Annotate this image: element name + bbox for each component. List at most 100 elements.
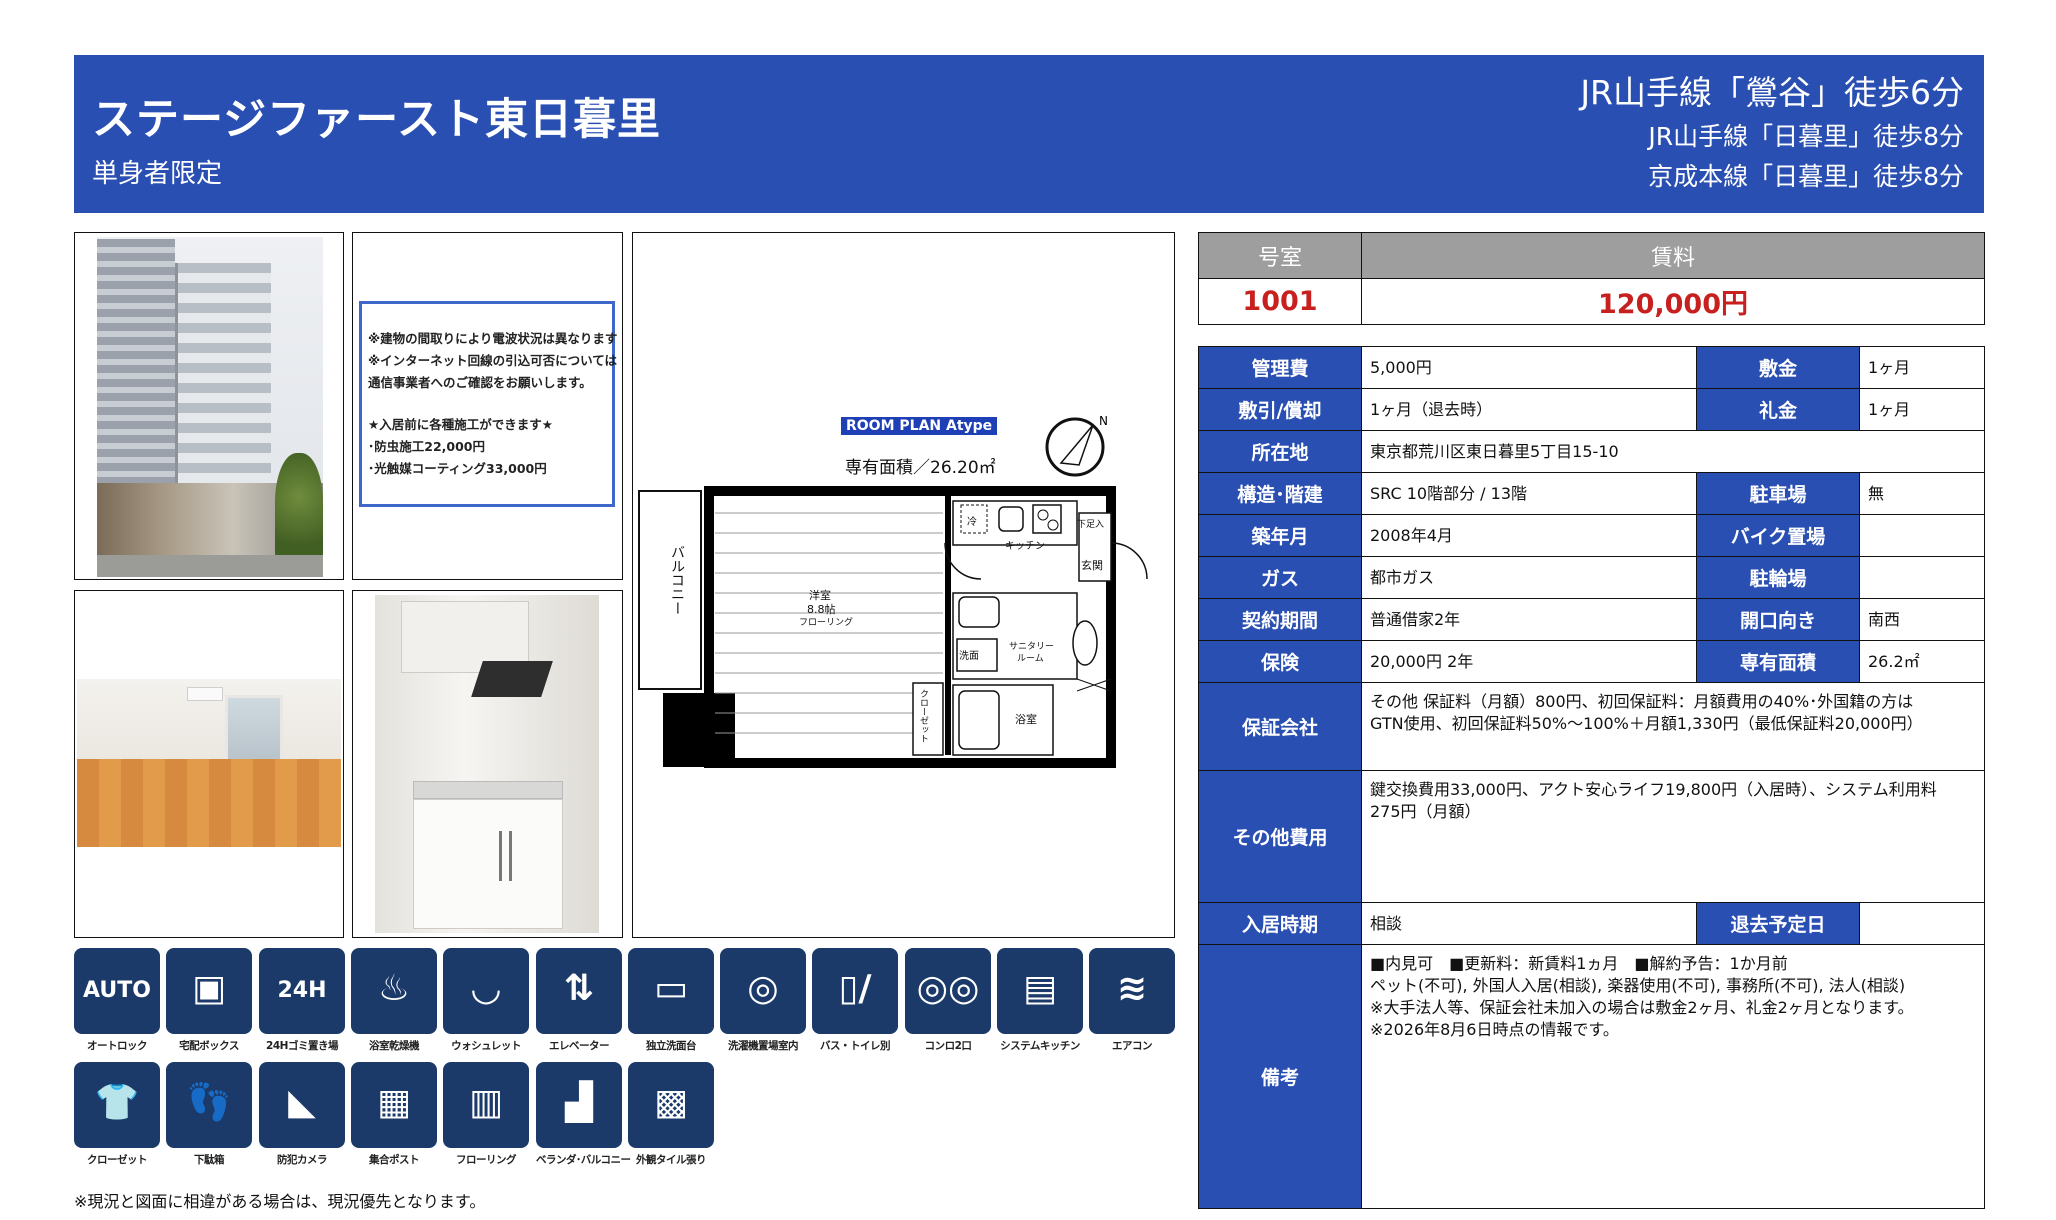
- label-shikibiki: 敷引/償却: [1198, 388, 1362, 431]
- amenity-item: ▣ 宅配ボックス: [166, 948, 252, 1053]
- plan-label-entrance: 玄関: [1081, 559, 1103, 572]
- value-move-out: [1859, 902, 1985, 945]
- amenity-item: 👕 クローゼット: [74, 1062, 160, 1167]
- value-gas: 都市ガス: [1361, 556, 1697, 599]
- station-sub-1: JR山手線「日暮里」徒歩8分: [1648, 122, 1964, 151]
- label-remarks: 備考: [1198, 944, 1362, 1209]
- value-move-in: 相談: [1361, 902, 1697, 945]
- amenity-glyph: ▦: [376, 1082, 411, 1123]
- other-fees-line: 275円（月額）: [1370, 802, 1481, 821]
- closet-icon: 👕: [74, 1062, 160, 1148]
- amenity-glyph: ◣: [288, 1082, 316, 1123]
- amenity-item: ♨ 浴室乾燥機: [351, 948, 437, 1053]
- amenity-label: ウォシュレット: [451, 1040, 521, 1052]
- amenity-glyph: ▟: [565, 1082, 593, 1123]
- amenity-item: ▟ ベランダ･バルコニー: [536, 1062, 631, 1167]
- kitchen-photo: [352, 590, 623, 938]
- value-bicycle-parking: [1859, 556, 1985, 599]
- amenity-glyph: ▣: [191, 968, 226, 1009]
- label-move-in: 入居時期: [1198, 902, 1362, 945]
- value-remarks: ■内見可 ■更新料：新賃料1ヵ月 ■解約予告：1か月前 ペット(不可), 外国人…: [1361, 944, 1985, 1209]
- amenity-label: システムキッチン: [1000, 1040, 1080, 1052]
- value-reikin: 1ヶ月: [1859, 388, 1985, 431]
- value-bike-parking: [1859, 514, 1985, 557]
- amenity-label: 浴室乾燥機: [369, 1040, 420, 1052]
- amenity-glyph: ▯/: [838, 968, 872, 1009]
- amenity-label: 下駄箱: [194, 1154, 225, 1166]
- amenity-glyph: 👣: [186, 1082, 232, 1123]
- label-bike-parking: バイク置場: [1696, 514, 1860, 557]
- vanity-icon: ▭: [628, 948, 714, 1034]
- amenity-glyph: ⇅: [563, 968, 595, 1009]
- value-structure: SRC 10階部分 / 13階: [1361, 472, 1697, 515]
- property-subtitle: 単身者限定: [92, 159, 223, 189]
- amenity-label: 外観タイル張り: [636, 1154, 707, 1166]
- label-insurance: 保険: [1198, 640, 1362, 683]
- label-kanrihi: 管理費: [1198, 346, 1362, 389]
- rent-amount: 120,000円: [1361, 278, 1985, 325]
- photo-tree: [275, 453, 323, 563]
- amenity-item: ◎◎ コンロ2口: [905, 948, 991, 1053]
- amenity-glyph: AUTO: [83, 978, 151, 1003]
- label-parking: 駐車場: [1696, 472, 1860, 515]
- station-main: JR山手線「鶯谷」徒歩6分: [1580, 73, 1964, 112]
- amenity-glyph: ◎◎: [916, 968, 980, 1009]
- compass-icon: N: [1045, 414, 1108, 477]
- label-move-out: 退去予定日: [1696, 902, 1860, 945]
- room-number: 1001: [1198, 278, 1362, 325]
- rent-table: 号室 賃料 1001 120,000円: [1198, 232, 1985, 325]
- amenity-item: ▭ 独立洗面台: [628, 948, 714, 1053]
- value-contract: 普通借家2年: [1361, 598, 1697, 641]
- remark-line: ■内見可 ■更新料：新賃料1ヵ月 ■解約予告：1か月前: [1370, 954, 1788, 973]
- notice-line: ･防虫施工22,000円: [368, 439, 485, 454]
- amenity-item: ▦ 集合ポスト: [351, 1062, 437, 1167]
- amenity-glyph: 24H: [277, 978, 327, 1003]
- flooring-icon: ▥: [443, 1062, 529, 1148]
- plan-label-closet: クローゼット: [918, 689, 928, 743]
- amenity-label: 24Hゴミ置き場: [266, 1040, 338, 1052]
- photo-floor: [77, 759, 341, 847]
- value-built: 2008年4月: [1361, 514, 1697, 557]
- amenity-item: ◎ 洗濯機置場室内: [720, 948, 806, 1053]
- remark-line: ※大手法人等、保証会社未加入の場合は敷金2ヶ月、礼金2ヶ月となります。: [1370, 998, 1914, 1017]
- amenity-glyph: ▭: [653, 968, 688, 1009]
- station-access: JR山手線「鶯谷」徒歩6分 JR山手線「日暮里」徒歩8分 京成本線「日暮里」徒歩…: [1580, 69, 1964, 197]
- amenity-label: エアコン: [1112, 1040, 1153, 1052]
- plan-label-sanitary-room: ルーム: [1017, 654, 1044, 664]
- amenity-label: 集合ポスト: [369, 1154, 420, 1166]
- building-exterior-photo: [74, 232, 344, 580]
- label-address: 所在地: [1198, 430, 1362, 473]
- plan-label-kitchen: キッチン: [1005, 541, 1045, 552]
- property-header: ステージファースト東日暮里 単身者限定 JR山手線「鶯谷」徒歩6分 JR山手線「…: [74, 55, 1984, 213]
- label-built: 築年月: [1198, 514, 1362, 557]
- amenity-label: 独立洗面台: [646, 1040, 697, 1052]
- value-area: 26.2㎡: [1859, 640, 1985, 683]
- value-other-fees: 鍵交換費用33,000円、アクト安心ライフ19,800円（入居時）、システム利用…: [1361, 770, 1985, 903]
- mailbox-icon: ▦: [351, 1062, 437, 1148]
- photo-lower-cabinet: [413, 799, 563, 929]
- amenity-glyph: ◎: [747, 968, 779, 1009]
- room-interior-photo: [74, 590, 344, 938]
- plan-label-fridge: 冷: [967, 517, 977, 528]
- amenity-item: 24H 24Hゴミ置き場: [259, 948, 345, 1053]
- bath-toilet-icon: ▯/: [812, 948, 898, 1034]
- amenity-label: クローゼット: [87, 1154, 148, 1166]
- plan-label-bath: 浴室: [1015, 713, 1037, 726]
- value-address: 東京都荒川区東日暮里5丁目15-10: [1361, 430, 1985, 473]
- plan-label-flooring: フローリング: [799, 618, 854, 628]
- value-facing: 南西: [1859, 598, 1985, 641]
- amenity-item: ≋ エアコン: [1089, 948, 1175, 1053]
- system-kitchen-icon: ▤: [997, 948, 1083, 1034]
- label-contract: 契約期間: [1198, 598, 1362, 641]
- stove-icon: ◎◎: [905, 948, 991, 1034]
- amenity-label: エレベーター: [549, 1040, 610, 1052]
- amenity-item: ◡ ウォシュレット: [443, 948, 529, 1053]
- photo-counter: [413, 781, 563, 799]
- label-facing: 開口向き: [1696, 598, 1860, 641]
- notice-line: ※インターネット回線の引込可否については: [368, 353, 618, 368]
- guarantor-line: その他 保証料（月額）800円、初回保証料：月額費用の40%･外国籍の方は: [1370, 692, 1914, 711]
- value-parking: 無: [1859, 472, 1985, 515]
- amenity-glyph: ♨: [377, 968, 411, 1009]
- amenity-label: 宅配ボックス: [179, 1040, 239, 1052]
- amenity-glyph: ≋: [1116, 968, 1148, 1009]
